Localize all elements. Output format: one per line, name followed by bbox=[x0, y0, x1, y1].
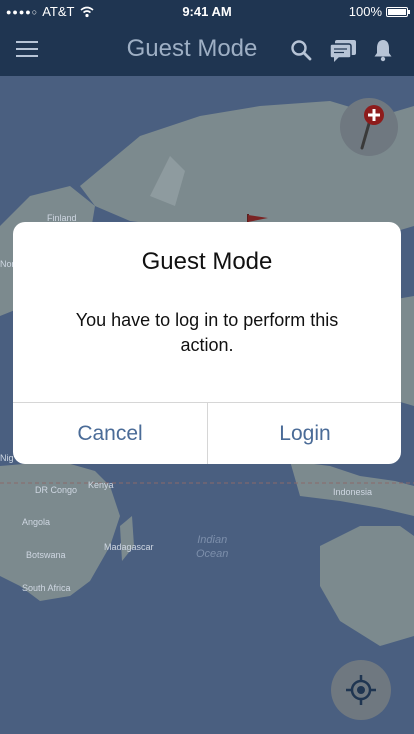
page-title: Guest Mode bbox=[126, 35, 258, 62]
map-label-indian-ocean: Indian Ocean bbox=[196, 533, 228, 561]
status-right: 100% bbox=[348, 4, 410, 19]
map-label-indian: Indian bbox=[197, 534, 228, 546]
bell-icon[interactable] bbox=[371, 38, 395, 62]
battery-percent: 100% bbox=[348, 4, 382, 19]
menu-icon[interactable] bbox=[16, 41, 38, 59]
guest-mode-screen: ●●●●○ AT&T 9:41 AM 100% Guest Mode Finla… bbox=[0, 0, 414, 734]
search-icon[interactable] bbox=[289, 38, 313, 62]
map-label-indonesia: Indonesia bbox=[333, 487, 373, 497]
map-label-botswana: Botswana bbox=[26, 550, 66, 560]
login-button[interactable]: Login bbox=[208, 403, 401, 464]
map-label-angola: Angola bbox=[22, 517, 51, 527]
guest-mode-dialog: Guest Mode You have to log in to perform… bbox=[13, 222, 401, 464]
nav-bar: Guest Mode bbox=[0, 24, 414, 76]
map-label-madagascar: Madagascar bbox=[104, 542, 154, 552]
map-label-ocean: Ocean bbox=[196, 548, 229, 560]
dialog-title: Guest Mode bbox=[141, 248, 273, 275]
locate-me-button[interactable] bbox=[331, 660, 391, 720]
map-label-nig: Nig bbox=[0, 453, 14, 463]
crosshair-icon bbox=[346, 675, 376, 705]
map-label-dr-congo: DR Congo bbox=[35, 485, 78, 495]
dialog-message: You have to log in to perform this actio… bbox=[75, 310, 339, 355]
chat-icon[interactable] bbox=[328, 38, 358, 62]
cancel-button[interactable]: Cancel bbox=[13, 403, 207, 464]
map-label-kenya: Kenya bbox=[88, 480, 114, 490]
map-label-south-africa: South Africa bbox=[22, 583, 71, 593]
add-pin-icon bbox=[360, 105, 384, 150]
battery-icon bbox=[386, 6, 410, 17]
add-pin-button[interactable] bbox=[340, 98, 398, 156]
status-bar: ●●●●○ AT&T 9:41 AM 100% bbox=[0, 0, 414, 24]
